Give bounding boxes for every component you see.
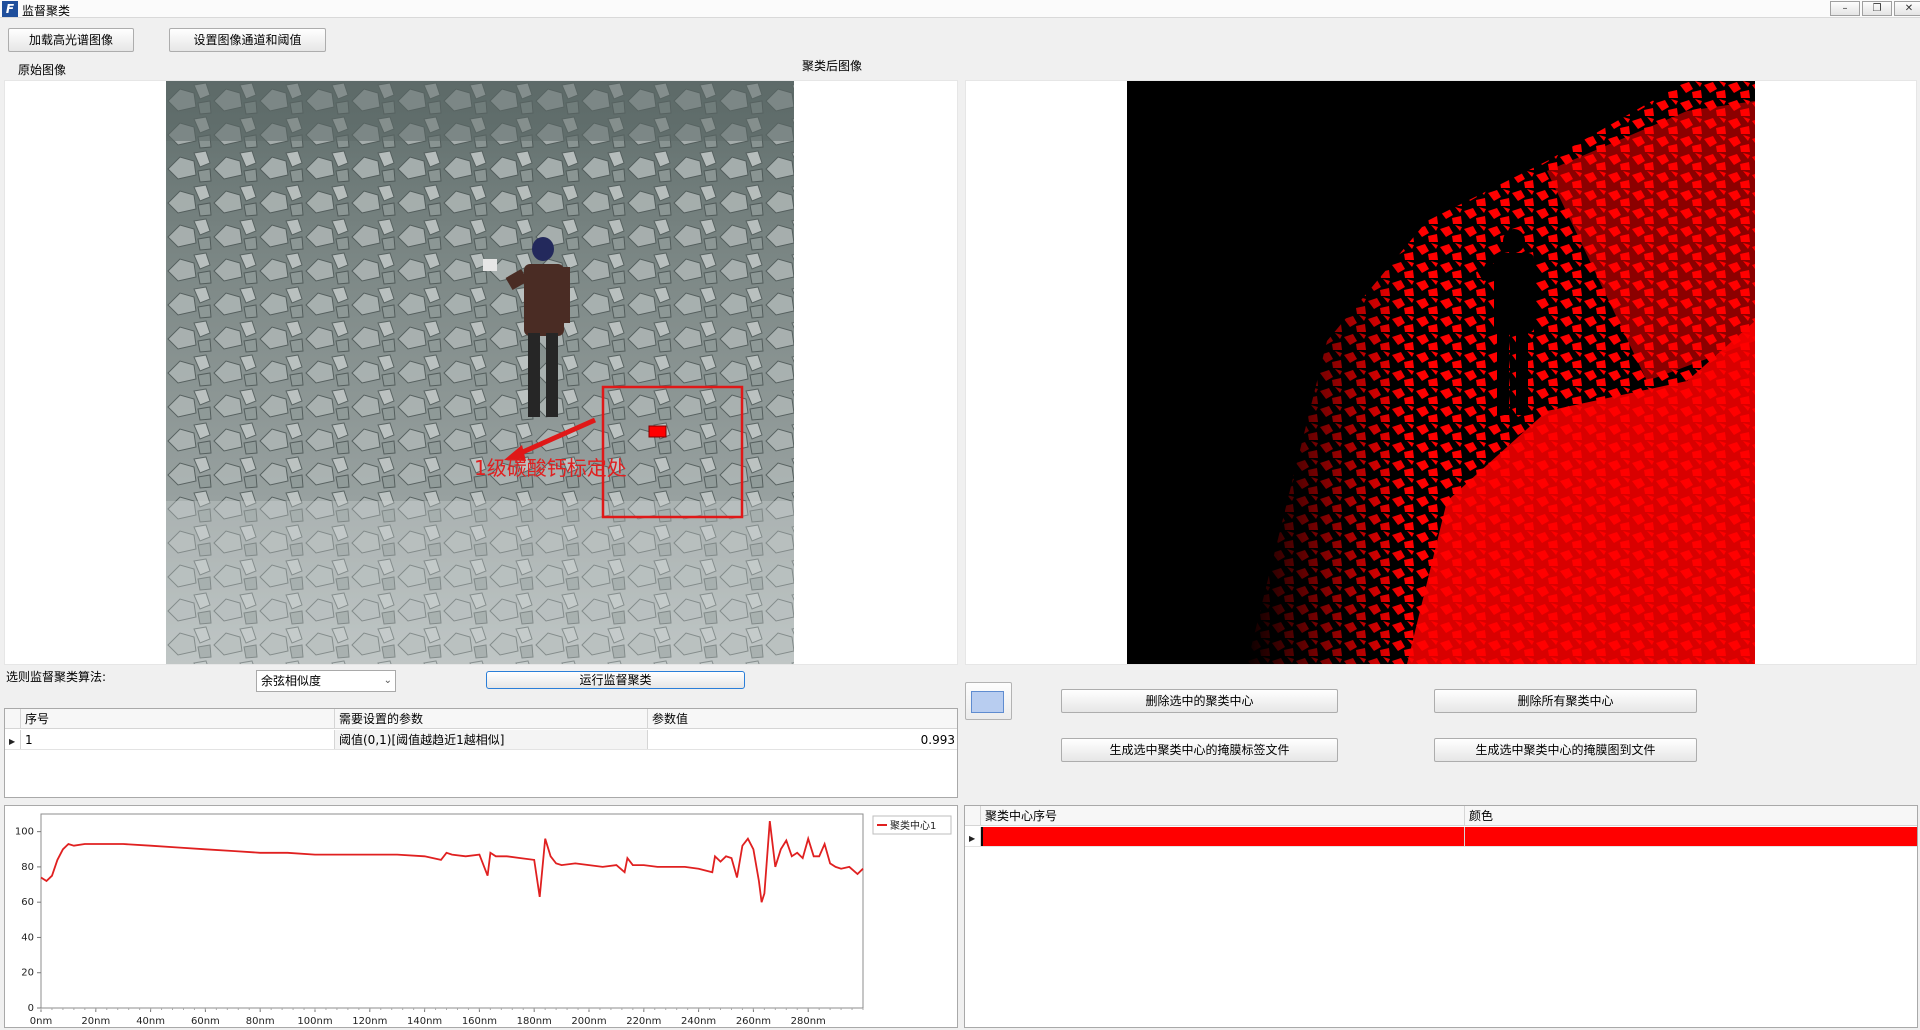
window-title: 监督聚类 (22, 4, 71, 18)
y-tick-label: 100 (15, 827, 34, 838)
center-index-cell[interactable]: 1 (981, 827, 1465, 846)
delete-selected-center-button[interactable]: 删除选中的聚类中心 (1061, 689, 1338, 713)
algorithm-selected-value: 余弦相似度 (261, 674, 322, 688)
spectrum-chart-panel: 0 20 40 60 80 100 0nm 20nm 40nm 60nm 80nm 100nm 120n… (4, 805, 958, 1028)
color-picker-button[interactable] (965, 682, 1012, 720)
y-tick-label: 40 (21, 932, 34, 943)
delete-all-centers-button[interactable]: 删除所有聚类中心 (1434, 689, 1697, 713)
column-header-index[interactable]: 序号 (21, 709, 335, 728)
clustered-image[interactable] (1127, 81, 1755, 664)
x-tick-label: 240nm (681, 1016, 716, 1027)
x-tick-label: 200nm (571, 1016, 606, 1027)
load-hyperspectral-button[interactable]: 加载高光谱图像 (8, 28, 134, 52)
x-tick-label: 180nm (517, 1016, 552, 1027)
color-swatch (971, 691, 1004, 713)
param-name-cell[interactable]: 阈值(0,1)[阈值越趋近1越相似] (335, 730, 648, 749)
y-tick-label: 20 (21, 968, 34, 979)
x-tick-label: 20nm (81, 1016, 110, 1027)
original-image[interactable]: 1级碳酸钙标定处 (166, 81, 794, 664)
column-header-center-index[interactable]: 聚类中心序号 (981, 806, 1465, 825)
x-tick-label: 0nm (30, 1016, 52, 1027)
minimize-button[interactable]: – (1830, 1, 1860, 16)
table-row[interactable]: ▶ 1 (965, 827, 1917, 847)
generate-mask-image-file-button[interactable]: 生成选中聚类中心的掩膜图到文件 (1434, 738, 1697, 762)
y-tick-label: 0 (28, 1003, 34, 1014)
y-tick-label: 60 (21, 897, 34, 908)
legend-label: 聚类中心1 (890, 819, 936, 832)
param-value-cell[interactable]: 0.993 (648, 730, 957, 749)
parameter-table: 序号 需要设置的参数 参数值 ▶ 1 阈值(0,1)[阈值越趋近1越相似] 0.… (4, 708, 958, 798)
x-tick-label: 80nm (246, 1016, 275, 1027)
clustered-image-label: 聚类后图像 (802, 59, 863, 73)
x-tick-label: 220nm (626, 1016, 661, 1027)
spectrum-chart: 0 20 40 60 80 100 0nm 20nm 40nm 60nm 80nm 100nm 120n… (15, 813, 952, 1027)
generate-mask-label-file-button[interactable]: 生成选中聚类中心的掩膜标签文件 (1061, 738, 1338, 762)
set-channel-threshold-button[interactable]: 设置图像通道和阈值 (169, 28, 326, 52)
y-tick-label: 80 (21, 862, 34, 873)
app-icon: F (2, 1, 18, 17)
cluster-table-header: 聚类中心序号 颜色 (965, 806, 1917, 826)
table-row[interactable]: ▶ 1 阈值(0,1)[阈值越趋近1越相似] 0.993 (5, 730, 957, 750)
chevron-down-icon: ⌄ (383, 675, 392, 686)
plot-area (40, 813, 864, 1009)
x-tick-label: 260nm (736, 1016, 771, 1027)
x-tick-label: 280nm (791, 1016, 826, 1027)
x-tick-label: 60nm (191, 1016, 220, 1027)
row-selector-icon: ▶ (965, 827, 981, 846)
parameter-table-header: 序号 需要设置的参数 参数值 (5, 709, 957, 729)
x-tick-label: 140nm (407, 1016, 442, 1027)
close-button[interactable]: ✕ (1894, 1, 1920, 16)
row-header-corner (5, 709, 21, 728)
row-header-corner (965, 806, 981, 825)
restore-button[interactable]: ❐ (1862, 1, 1892, 16)
x-tick-label: 40nm (136, 1016, 165, 1027)
cluster-center-table: 聚类中心序号 颜色 ▶ 1 (964, 805, 1918, 1028)
column-header-param[interactable]: 需要设置的参数 (335, 709, 648, 728)
x-tick-label: 160nm (462, 1016, 497, 1027)
row-selector-icon: ▶ (5, 730, 21, 749)
center-color-cell[interactable] (1465, 827, 1917, 846)
title-bar: F 监督聚类 – ❐ ✕ (0, 0, 1920, 18)
x-tick-label: 120nm (352, 1016, 387, 1027)
x-tick-label: 100nm (297, 1016, 332, 1027)
original-image-label: 原始图像 (18, 63, 67, 77)
algorithm-select[interactable]: 余弦相似度 ⌄ (256, 670, 396, 692)
run-clustering-button[interactable]: 运行监督聚类 (486, 671, 745, 689)
column-header-color[interactable]: 颜色 (1465, 806, 1917, 825)
param-index-cell[interactable]: 1 (21, 730, 335, 749)
annotation-text: 1级碳酸钙标定处 (474, 456, 627, 480)
column-header-value[interactable]: 参数值 (648, 709, 957, 728)
algorithm-label: 选则监督聚类算法: (6, 670, 107, 684)
